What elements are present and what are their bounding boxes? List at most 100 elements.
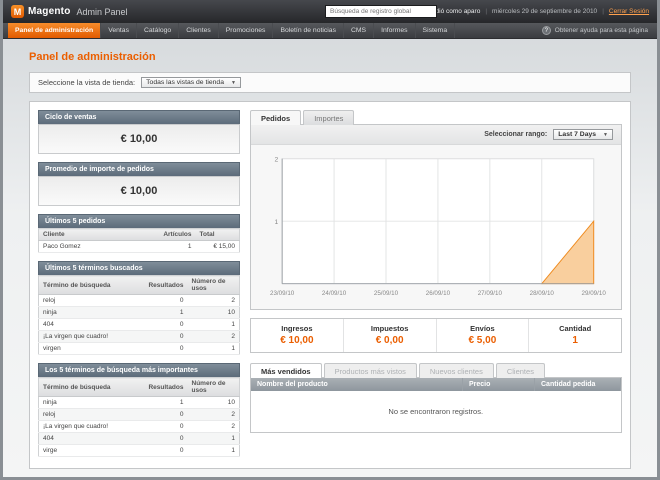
table-header-row: Término de búsqueda Resultados Número de…	[39, 378, 240, 397]
dashboard-right-column: Pedidos Importes Seleccionar rango: Last…	[250, 110, 622, 460]
page-help-link[interactable]: ? Obtener ayuda para esta página	[542, 23, 652, 38]
table-row[interactable]: virgen 0 1	[39, 343, 240, 355]
col-header: Número de usos	[188, 276, 240, 295]
stat-impuestos: Impuestos € 0,00	[343, 319, 436, 352]
panel-title: Últimos 5 pedidos	[38, 214, 240, 228]
cell-results: 1	[144, 307, 187, 319]
chevron-down-icon: ▼	[603, 132, 608, 138]
cell-results: 0	[144, 445, 187, 457]
nav-item-informes[interactable]: Informes	[374, 23, 415, 38]
chart-area: 2 1 23/09/10 24/09/10 25/09/10 26/09/10 …	[251, 145, 621, 305]
divider: |	[602, 8, 604, 15]
nav-item-sistema[interactable]: Sistema	[416, 23, 456, 38]
top-search-terms-table: Término de búsqueda Resultados Número de…	[38, 377, 240, 457]
cell-results: 0	[144, 433, 187, 445]
last-orders-panel: Últimos 5 pedidos Cliente Artículos Tota…	[38, 214, 240, 253]
cell-uses: 2	[188, 421, 240, 433]
last-search-terms-panel: Últimos 5 términos buscados Término de b…	[38, 261, 240, 355]
stat-value: € 0,00	[344, 335, 436, 346]
help-label: Obtener ayuda para esta página	[555, 27, 648, 34]
cell-uses: 1	[188, 445, 240, 457]
stat-cantidad: Cantidad 1	[528, 319, 621, 352]
cell-term: reloj	[39, 409, 145, 421]
nav-item-boletin[interactable]: Boletín de noticias	[273, 23, 344, 38]
cell-total: € 15,00	[196, 241, 240, 253]
dashboard-left-column: Ciclo de ventas € 10,00 Promedio de impo…	[38, 110, 240, 460]
y-tick: 2	[275, 157, 279, 164]
panel-title: Los 5 términos de búsqueda más important…	[38, 363, 240, 377]
cell-results: 0	[144, 421, 187, 433]
user-info: Accedió como aparo | miércoles 29 de sep…	[421, 8, 649, 15]
cell-results: 0	[144, 343, 187, 355]
table-row[interactable]: ¡La virgen que cuadro! 0 2	[39, 331, 240, 343]
x-tick: 23/09/10	[270, 290, 295, 297]
lifetime-sales-panel: Ciclo de ventas € 10,00	[38, 110, 240, 154]
lifetime-sales-value: € 10,00	[38, 124, 240, 154]
y-tick: 1	[275, 219, 279, 226]
x-tick: 25/09/10	[374, 290, 399, 297]
global-search-input[interactable]	[325, 5, 437, 18]
cell-uses: 1	[188, 433, 240, 445]
stat-label: Ingresos	[251, 324, 343, 333]
help-icon: ?	[542, 26, 551, 35]
stat-label: Impuestos	[344, 324, 436, 333]
tab-nuevos-clientes[interactable]: Nuevos clientes	[419, 363, 494, 378]
cell-term: ninja	[39, 397, 145, 409]
tab-pedidos[interactable]: Pedidos	[250, 110, 301, 125]
range-select[interactable]: Last 7 Days ▼	[553, 129, 613, 140]
tab-mas-vendidos[interactable]: Más vendidos	[250, 363, 322, 378]
cell-results: 0	[144, 409, 187, 421]
col-header: Cliente	[39, 229, 160, 241]
table-row[interactable]: ninja 1 10	[39, 307, 240, 319]
table-row[interactable]: ninja 1 10	[39, 397, 240, 409]
divider: |	[485, 8, 487, 15]
nav-item-catalogo[interactable]: Catálogo	[137, 23, 179, 38]
table-row[interactable]: 404 0 1	[39, 319, 240, 331]
empty-row: No se encontraron registros.	[251, 391, 621, 432]
table-row[interactable]: ¡La virgen que cuadro! 0 2	[39, 421, 240, 433]
empty-message: No se encontraron registros.	[251, 391, 621, 432]
page-content: Panel de administración Seleccione la vi…	[3, 39, 657, 469]
cell-results: 0	[144, 319, 187, 331]
cell-customer: Paco Gomez	[39, 241, 160, 253]
table-row[interactable]: virge 0 1	[39, 445, 240, 457]
cell-results: 1	[144, 397, 187, 409]
col-header: Cantidad pedida	[535, 378, 621, 391]
col-header: Total	[196, 229, 240, 241]
nav-item-dashboard[interactable]: Panel de administración	[8, 23, 101, 38]
nav-item-promociones[interactable]: Promociones	[219, 23, 274, 38]
table-row[interactable]: reloj 0 2	[39, 295, 240, 307]
stat-ingresos: Ingresos € 10,00	[251, 319, 343, 352]
col-header: Resultados	[144, 276, 187, 295]
table-row[interactable]: reloj 0 2	[39, 409, 240, 421]
cell-term: virge	[39, 445, 145, 457]
stat-label: Cantidad	[529, 324, 621, 333]
nav-item-clientes[interactable]: Clientes	[179, 23, 219, 38]
stat-value: € 5,00	[437, 335, 529, 346]
cell-uses: 1	[188, 343, 240, 355]
panel-title: Ciclo de ventas	[38, 110, 240, 124]
cell-uses: 2	[188, 295, 240, 307]
table-row[interactable]: 404 0 1	[39, 433, 240, 445]
logout-link[interactable]: Cerrar Sesión	[609, 8, 649, 15]
cell-term: ¡La virgen que cuadro!	[39, 331, 145, 343]
orders-line-chart: 2 1 23/09/10 24/09/10 25/09/10 26/09/10 …	[261, 151, 611, 305]
page-title: Panel de administración	[29, 51, 631, 63]
range-selector-bar: Seleccionar rango: Last 7 Days ▼	[251, 125, 621, 145]
main-nav: Panel de administración Ventas Catálogo …	[3, 23, 657, 39]
average-orders-value: € 10,00	[38, 176, 240, 206]
tab-clientes[interactable]: Clientes	[496, 363, 545, 378]
table-header-row: Cliente Artículos Total	[39, 229, 240, 241]
tab-importes[interactable]: Importes	[303, 110, 354, 125]
cell-term: virgen	[39, 343, 145, 355]
cell-uses: 1	[188, 319, 240, 331]
table-row[interactable]: Paco Gomez 1 € 15,00	[39, 241, 240, 253]
nav-item-ventas[interactable]: Ventas	[101, 23, 137, 38]
store-view-select[interactable]: Todas las vistas de tienda ▼	[141, 77, 241, 88]
table-header-row: Término de búsqueda Resultados Número de…	[39, 276, 240, 295]
panel-title: Últimos 5 términos buscados	[38, 261, 240, 275]
stat-value: 1	[529, 335, 621, 346]
nav-item-cms[interactable]: CMS	[344, 23, 374, 38]
tab-productos-mas-vistos[interactable]: Productos más vistos	[324, 363, 417, 378]
cell-term: reloj	[39, 295, 145, 307]
